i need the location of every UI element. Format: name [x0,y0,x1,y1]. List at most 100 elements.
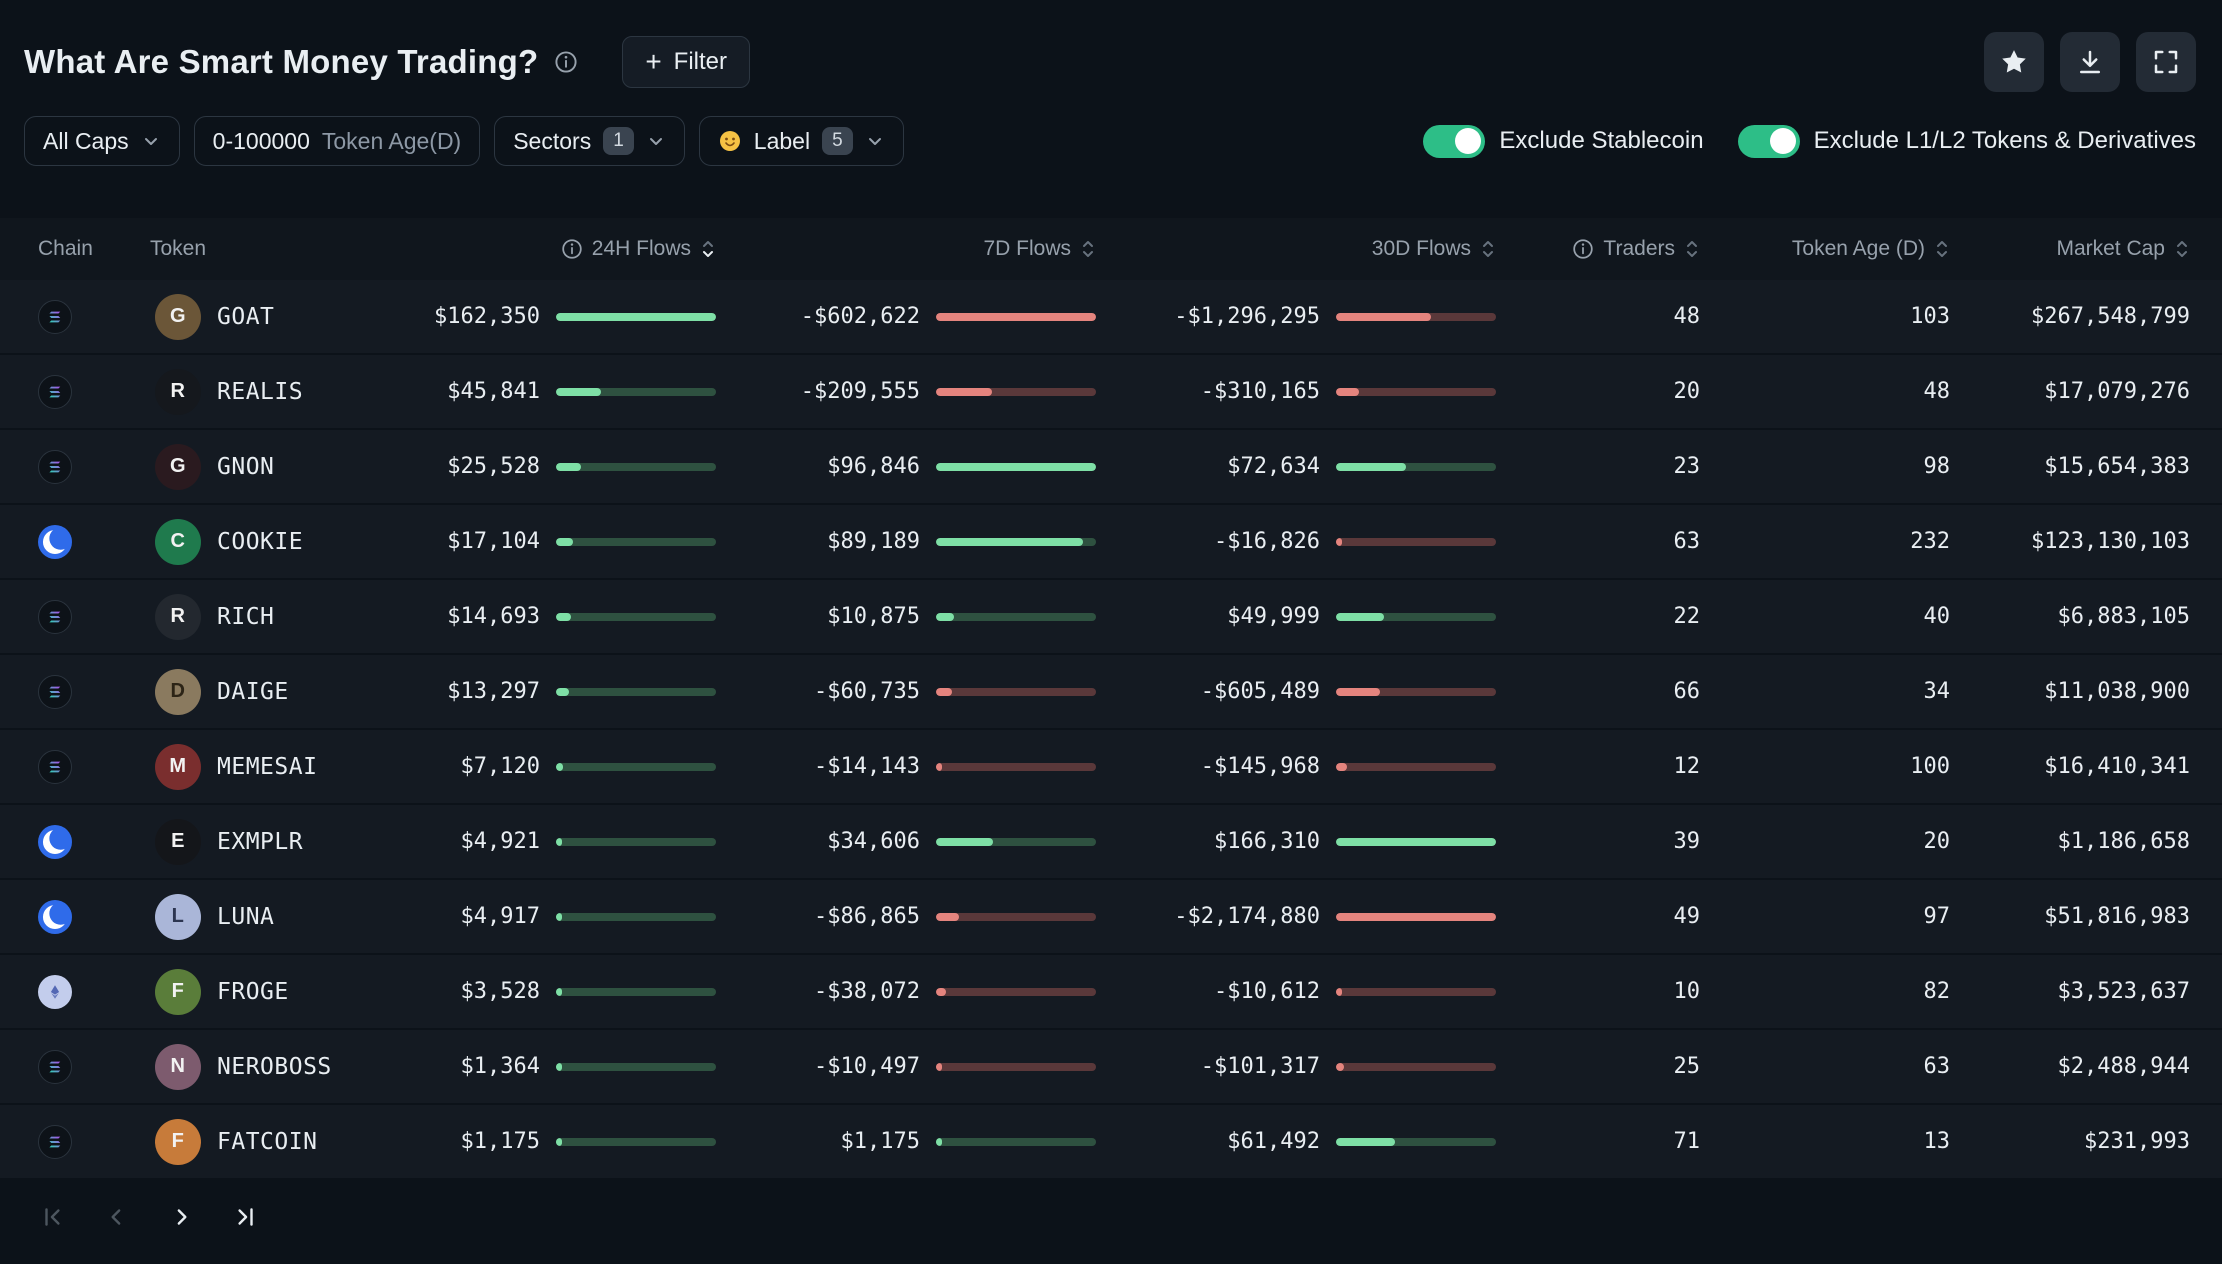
table-row[interactable]: R REALIS $45,841 -$209,555 -$310,165 20 48 $17,… [0,355,2222,430]
download-button[interactable] [2060,32,2120,92]
flow-value: -$86,865 [814,904,920,929]
flow-bar [936,837,1096,846]
token-cell[interactable]: G GNON [110,443,360,490]
token-cell[interactable]: C COOKIE [110,518,360,565]
table-row[interactable]: L LUNA $4,917 -$86,865 -$2,174,880 49 97 $51,81… [0,880,2222,955]
table-row[interactable]: F FATCOIN $1,175 $1,175 $61,492 71 13 $231,993 [0,1105,2222,1180]
pagination-first-button[interactable] [36,1200,70,1234]
token-cell[interactable]: G GOAT [110,293,360,340]
sectors-count-badge: 1 [603,127,634,155]
base-chain-icon [38,824,72,859]
favorite-button[interactable] [1984,32,2044,92]
flow-bar [936,987,1096,996]
token-cell[interactable]: N NEROBOSS [110,1043,360,1090]
flow-value: $89,189 [827,529,920,554]
flow-bar [1336,987,1496,996]
sort-icon [1080,238,1096,260]
f30-flow-cell: -$310,165 [1110,379,1510,404]
fullscreen-button[interactable] [2136,32,2196,92]
flow-value: $4,921 [460,829,540,854]
smart-money-table: Chain Token 24H Flows 7D Flows 30D Flows… [0,218,2222,1180]
flow-bar [556,462,716,471]
pagination-previous-button[interactable] [100,1200,134,1234]
token-cell[interactable]: D DAIGE [110,668,360,715]
f30-flow-cell: -$101,317 [1110,1054,1510,1079]
flow-bar [936,1062,1096,1071]
sectors-filter[interactable]: Sectors 1 [494,116,685,166]
token-cell[interactable]: E EXMPLR [110,818,360,865]
smiley-face-icon [718,129,742,153]
token-ticker: FROGE [217,978,289,1005]
flow-value: $3,528 [460,979,540,1004]
flow-value: -$145,968 [1200,754,1320,779]
f7-flow-cell: -$86,865 [730,904,1110,929]
chain-cell [0,1124,110,1159]
flow-value: $72,634 [1227,454,1320,479]
chevron-down-icon [646,131,666,151]
token-cell[interactable]: R RICH [110,593,360,640]
solana-chain-icon [38,1049,72,1084]
add-filter-button[interactable]: + Filter [622,36,751,88]
market-cap-cell: $267,548,799 [2031,304,2190,329]
token-age-cell: 34 [1923,679,1951,704]
pagination-next-button[interactable] [164,1200,198,1234]
column-header-token-age[interactable]: Token Age (D) [1700,237,1950,261]
flow-bar [1336,1137,1496,1146]
token-age-cell: 97 [1923,904,1951,929]
flow-value: $10,875 [827,604,920,629]
column-header-market-cap[interactable]: Market Cap [1950,237,2190,261]
solana-chain-icon [38,374,72,409]
token-cell[interactable]: M MEMESAI [110,743,360,790]
f7-flow-cell: $89,189 [730,529,1110,554]
table-row[interactable]: C COOKIE $17,104 $89,189 -$16,826 63 232 $123,1… [0,505,2222,580]
flow-bar [1336,537,1496,546]
token-age-filter-input[interactable]: 0-100000 Token Age(D) [193,116,481,166]
table-row[interactable]: G GOAT $162,350 -$602,622 -$1,296,295 48 103 $2… [0,280,2222,355]
f24-flow-cell: $3,528 [360,979,730,1004]
flow-bar [556,837,716,846]
token-cell[interactable]: L LUNA [110,893,360,940]
table-row[interactable]: F FROGE $3,528 -$38,072 -$10,612 10 82 $3,523,6… [0,955,2222,1030]
f7-flow-cell: -$209,555 [730,379,1110,404]
column-header-30d-flows[interactable]: 30D Flows [1110,237,1510,261]
base-chain-icon [38,899,72,934]
token-avatar: N [155,1043,201,1090]
exclude-stablecoin-toggle[interactable]: Exclude Stablecoin [1423,124,1704,158]
title-info-icon[interactable] [554,50,578,74]
exclude-l1l2-toggle[interactable]: Exclude L1/L2 Tokens & Derivatives [1737,124,2196,158]
pagination-last-button[interactable] [228,1200,262,1234]
f7-flow-cell: $10,875 [730,604,1110,629]
f24-flow-cell: $4,921 [360,829,730,854]
flow-bar [1336,687,1496,696]
table-row[interactable]: R RICH $14,693 $10,875 $49,999 22 40 $6,883,105 [0,580,2222,655]
token-cell[interactable]: R REALIS [110,368,360,415]
token-avatar: G [155,443,201,490]
label-filter[interactable]: Label 5 [698,116,904,166]
column-header-7d-flows[interactable]: 7D Flows [730,237,1110,261]
table-row[interactable]: M MEMESAI $7,120 -$14,143 -$145,968 12 100 $16,… [0,730,2222,805]
token-cell[interactable]: F FROGE [110,968,360,1015]
smart-money-dashboard: What Are Smart Money Trading? + Filter A… [0,0,2222,1234]
table-row[interactable]: E EXMPLR $4,921 $34,606 $166,310 39 20 $1,186,6… [0,805,2222,880]
flow-bar [556,1137,716,1146]
filter-button-label: Filter [673,48,728,75]
token-cell[interactable]: F FATCOIN [110,1118,360,1165]
table-row[interactable]: G GNON $25,528 $96,846 $72,634 23 98 $15,654,38… [0,430,2222,505]
solana-chain-icon [38,749,72,784]
token-age-cell: 98 [1923,454,1951,479]
base-chain-icon [38,524,72,559]
info-icon [1572,238,1594,260]
column-header-traders[interactable]: Traders [1510,237,1700,261]
traders-cell: 25 [1673,1054,1701,1079]
market-cap-filter[interactable]: All Caps [24,116,180,166]
table-row[interactable]: D DAIGE $13,297 -$60,735 -$605,489 66 34 $11,03… [0,655,2222,730]
market-cap-cell: $123,130,103 [2031,529,2190,554]
f24-flow-cell: $4,917 [360,904,730,929]
table-row[interactable]: N NEROBOSS $1,364 -$10,497 -$101,317 25 63 $2,4… [0,1030,2222,1105]
filters-row: All Caps 0-100000 Token Age(D) Sectors 1… [0,92,2222,166]
market-cap-cell: $15,654,383 [2044,454,2190,479]
ethereum-chain-icon [38,974,72,1009]
column-header-24h-flows[interactable]: 24H Flows [360,237,730,261]
f30-flow-cell: -$605,489 [1110,679,1510,704]
market-cap-cell: $2,488,944 [2057,1054,2190,1079]
